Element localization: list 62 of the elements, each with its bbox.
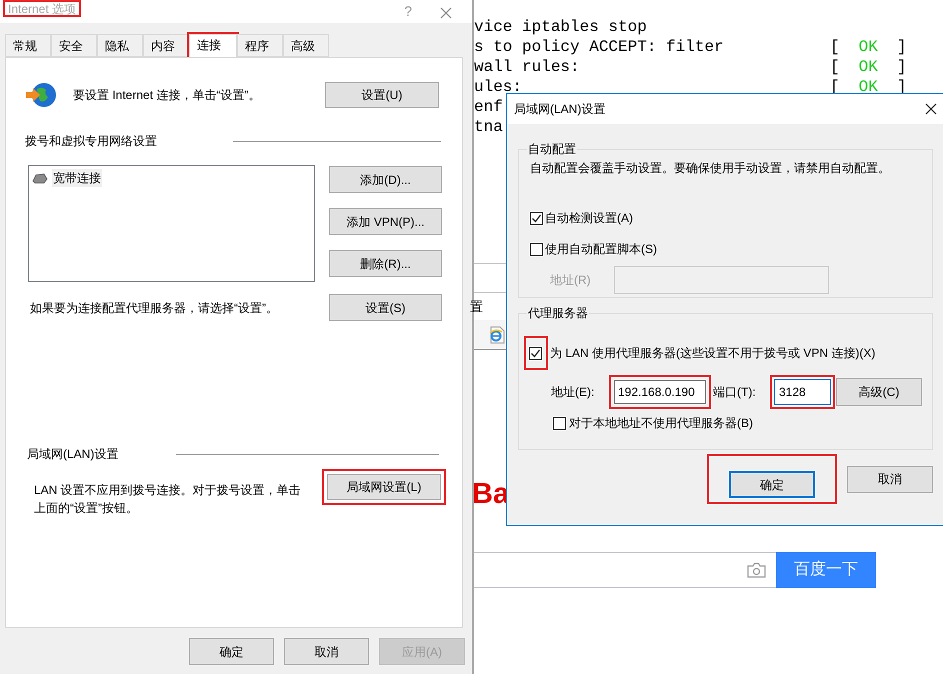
checkbox[interactable] [553,416,566,430]
input-field[interactable]: 192.168.0.190 [614,380,706,404]
action-button[interactable]: 删除(R)... [329,250,442,277]
tab[interactable]: 连接 [189,34,237,59]
tab[interactable]: 安全 [51,34,97,57]
tab[interactable]: 常规 [5,34,51,57]
checkbox-label: 对于本地地址不使用代理服务器(B) [569,415,753,432]
advanced-button[interactable]: 高级(C) [836,378,922,406]
status-text: OK [858,57,878,78]
terminal-text: s to policy ACCEPT: filter [474,37,725,58]
input-field[interactable]: 3128 [774,379,831,405]
section-heading: 局域网(LAN)设置 [27,446,118,463]
window-title: 局域网(LAN)设置 [514,101,606,118]
info-text: LAN 设置不应用到拨号连接。对于拨号设置，单击上面的“设置”按钮。 [34,482,302,517]
group-title: 自动配置 [527,141,577,158]
tab[interactable]: 隐私 [97,34,143,57]
globe-icon [25,81,57,109]
info-text: 要设置 Internet 连接，单击“设置”。 [73,87,262,104]
status-text: OK [858,77,878,98]
settings-button[interactable]: 设置(S) [329,294,442,321]
section-heading: 拨号和虚拟专用网络设置 [25,133,157,150]
terminal-text: [ [830,37,840,58]
field-label: 端口(T): [713,384,757,401]
terminal-text: [ [830,57,840,78]
terminal-text: enf [474,97,503,118]
action-button[interactable]: 添加(D)... [329,166,442,193]
checkbox[interactable] [530,212,543,224]
group-title: 代理服务器 [527,305,589,322]
terminal-text: ules: [474,77,524,98]
page-text: 置 [470,298,483,316]
tab[interactable]: 高级 [283,34,329,57]
terminal-text: tna [474,117,503,138]
dialog-button[interactable]: 确定 [729,471,815,498]
checkbox-label: 自动检测设置(A) [545,210,633,227]
field-label: 地址(R) [550,272,592,289]
dialog-button[interactable]: 取消 [847,466,933,492]
info-text: 自动配置会覆盖手动设置。要确保使用手动设置，请禁用自动配置。 [530,160,891,177]
checkbox-label: 使用自动配置脚本(S) [545,241,657,258]
lan-settings-button[interactable]: 局域网设置(L) [327,474,441,500]
tab[interactable]: 内容 [143,34,189,57]
network-icon [32,172,48,184]
checkbox-label: 为 LAN 使用代理服务器(这些设置不用于拨号或 VPN 连接)(X) [550,345,876,362]
settings-button[interactable]: 设置(U) [325,82,439,108]
search-button[interactable]: 百度一下 [776,552,876,588]
status-text: OK [858,37,878,58]
list-item[interactable]: 宽带连接 [32,169,311,187]
checkbox[interactable] [530,242,543,256]
terminal-text: ] [896,37,906,58]
search-field[interactable] [474,552,776,588]
tab[interactable]: 程序 [237,34,283,57]
terminal-text: vice iptables stop [474,17,647,38]
dialog-button[interactable]: 确定 [189,638,274,665]
terminal-text: ] [896,57,906,78]
info-text: 如果要为连接配置代理服务器，请选择“设置”。 [30,300,279,316]
window-title: Internet 选项 [8,0,76,18]
terminal-text: wall rules: [474,57,581,78]
close-icon[interactable] [925,103,937,115]
action-button[interactable]: 添加 VPN(P)... [329,208,442,235]
field-label: 地址(E): [551,384,596,401]
dialog-button[interactable]: 取消 [284,638,369,665]
checkbox[interactable] [529,346,542,360]
camera-icon[interactable] [747,562,766,578]
